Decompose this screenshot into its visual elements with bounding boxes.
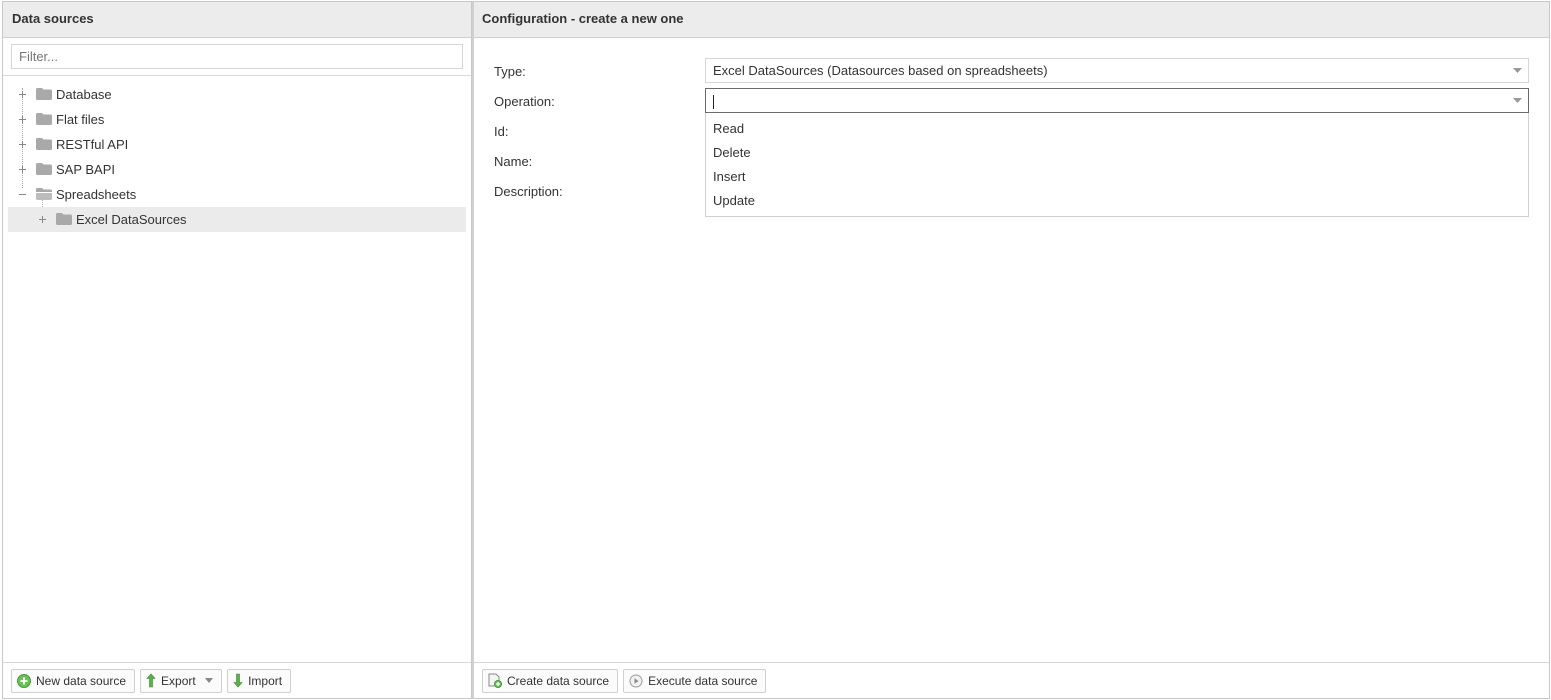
operation-option-insert[interactable]: Insert [706,165,1528,189]
operation-select[interactable] [705,88,1529,113]
data-source-tree: Database Flat files RESTful API SAP BAPI… [3,76,471,232]
folder-icon [36,88,52,100]
tree-node-spreadsheets[interactable]: Spreadsheets [3,182,471,207]
arrow-up-icon [146,673,156,688]
new-data-source-label: New data source [36,674,127,688]
type-value: Excel DataSources (Datasources based on … [713,63,1048,78]
configuration-form: Type: Excel DataSources (Datasources bas… [474,38,1549,217]
import-button[interactable]: Import [227,669,292,693]
arrow-down-icon [233,674,243,688]
operation-option-update[interactable]: Update [706,189,1528,213]
new-document-icon [488,673,502,689]
configuration-title: Configuration - create a new one [474,2,1549,38]
description-label: Description: [494,184,563,199]
new-data-source-button[interactable]: New data source [11,669,136,693]
tree-node-flat-files[interactable]: Flat files [3,107,471,132]
name-label: Name: [494,154,533,169]
chevron-down-icon [1513,68,1522,73]
operation-row: Operation: Read Delete Insert Update [474,88,1549,217]
id-label: Id: [494,124,509,139]
play-circle-icon [629,674,643,688]
folder-icon [36,138,52,150]
tree-node-database[interactable]: Database [3,82,471,107]
folder-icon [36,113,52,125]
expand-icon[interactable] [18,165,27,174]
tree-node-label: RESTful API [56,137,129,152]
type-row: Type: Excel DataSources (Datasources bas… [474,58,1549,88]
type-label: Type: [494,64,526,79]
execute-data-source-label: Execute data source [648,674,758,688]
folder-open-icon [36,188,52,200]
tree-node-label: Database [56,87,112,102]
tree-node-restful-api[interactable]: RESTful API [3,132,471,157]
expand-icon[interactable] [38,215,47,224]
tree-node-sap-bapi[interactable]: SAP BAPI [3,157,471,182]
collapse-icon[interactable] [18,190,27,199]
data-sources-panel: Data sources Database Flat files RESTful… [2,1,472,699]
create-data-source-label: Create data source [507,674,610,688]
operation-dropdown: Read Delete Insert Update [705,113,1529,217]
import-label: Import [248,674,283,688]
export-button[interactable]: Export [140,669,223,693]
chevron-down-icon [1513,98,1522,103]
operation-option-read[interactable]: Read [706,117,1528,141]
tree-node-label: SAP BAPI [56,162,116,177]
tree-node-excel-datasources[interactable]: Excel DataSources [8,207,466,232]
text-cursor [713,94,714,109]
expand-icon[interactable] [18,90,27,99]
operation-label: Operation: [494,94,555,109]
configuration-panel: Configuration - create a new one Type: E… [472,1,1550,699]
tree-node-label: Spreadsheets [56,187,137,202]
operation-option-delete[interactable]: Delete [706,141,1528,165]
folder-icon [36,163,52,175]
execute-data-source-button[interactable]: Execute data source [623,669,767,693]
chevron-down-icon [205,678,214,684]
expand-icon[interactable] [18,115,27,124]
configuration-toolbar: Create data source Execute data source [474,662,1549,698]
filter-bar [3,38,471,76]
data-sources-title: Data sources [3,2,471,38]
filter-input[interactable] [11,44,463,69]
tree-node-label: Flat files [56,112,105,127]
export-label: Export [161,674,196,688]
add-circle-icon [17,673,31,688]
folder-icon [56,213,72,225]
type-select[interactable]: Excel DataSources (Datasources based on … [705,58,1529,83]
create-data-source-button[interactable]: Create data source [482,669,619,693]
tree-node-label: Excel DataSources [76,212,187,227]
expand-icon[interactable] [18,140,27,149]
data-sources-toolbar: New data source Export Import [3,662,471,698]
